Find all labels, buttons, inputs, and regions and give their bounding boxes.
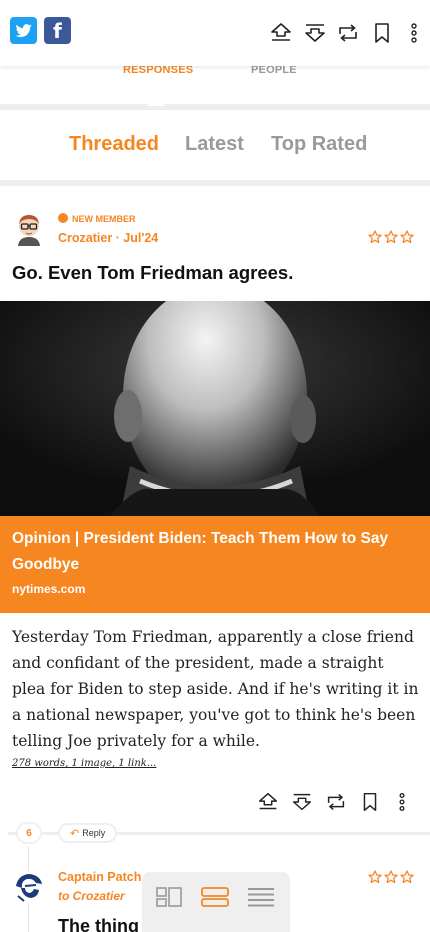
- star-icon: [368, 230, 382, 244]
- bookmark-icon: [363, 792, 377, 812]
- tab-latest[interactable]: Latest: [185, 133, 244, 156]
- tab-top-rated[interactable]: Top Rated: [271, 133, 367, 156]
- repost-button[interactable]: [324, 790, 348, 814]
- reply-author[interactable]: Captain Patch: [58, 870, 141, 884]
- repost-icon: [327, 794, 345, 810]
- bookmark-icon: [375, 23, 389, 43]
- star-icon: [400, 870, 414, 884]
- facebook-share-button[interactable]: f: [44, 17, 71, 44]
- downvote-button[interactable]: [302, 20, 328, 46]
- star-icon: [368, 870, 382, 884]
- read-more-link[interactable]: 278 words, 1 image, 1 link...: [12, 758, 156, 769]
- post-body: Yesterday Tom Friedman, apparently a clo…: [12, 628, 419, 750]
- star-icon: [384, 870, 398, 884]
- active-tab-pointer: [146, 99, 166, 106]
- badge-icon: [58, 213, 68, 223]
- reply-arrow-icon: ↶: [70, 827, 80, 840]
- view-switcher: [142, 872, 290, 932]
- more-vertical-icon: [411, 23, 417, 43]
- downvote-button[interactable]: [290, 790, 314, 814]
- tab-threaded[interactable]: Threaded: [69, 133, 159, 156]
- reply-count-badge[interactable]: 6: [16, 822, 42, 844]
- upvote-icon: [271, 23, 291, 41]
- downvote-icon: [305, 24, 325, 42]
- card-view-button[interactable]: [200, 886, 230, 908]
- section-divider: [0, 180, 430, 186]
- new-member-badge: NEW MEMBER: [58, 213, 136, 224]
- reply-button-label: Reply: [82, 828, 106, 838]
- more-options-button[interactable]: [401, 20, 427, 46]
- grid-view-icon: [156, 887, 182, 907]
- more-options-button[interactable]: [390, 790, 414, 814]
- top-bar: f: [0, 0, 430, 66]
- star-icon: [384, 230, 398, 244]
- repost-button[interactable]: [335, 20, 361, 46]
- upvote-icon: [258, 792, 278, 810]
- list-view-icon: [248, 888, 274, 907]
- bookmark-button[interactable]: [369, 20, 395, 46]
- post-author[interactable]: Crozatier · Jul'24: [58, 231, 158, 245]
- reply-recipient[interactable]: to Crozatier: [58, 889, 125, 903]
- avatar[interactable]: [12, 210, 46, 246]
- link-title[interactable]: Opinion | President Biden: Teach Them Ho…: [12, 526, 418, 578]
- twitter-icon: [15, 24, 32, 38]
- facebook-icon: f: [53, 18, 62, 43]
- repost-icon: [339, 24, 357, 42]
- avatar[interactable]: [12, 870, 46, 904]
- upvote-button[interactable]: [268, 20, 294, 46]
- twitter-share-button[interactable]: [10, 17, 37, 44]
- reply-button[interactable]: ↶ Reply: [58, 823, 118, 843]
- grid-view-button[interactable]: [154, 886, 184, 908]
- list-view-button[interactable]: [246, 886, 276, 908]
- sort-tabs: Threaded Latest Top Rated: [0, 110, 430, 180]
- star-rating[interactable]: [368, 870, 414, 884]
- post-title[interactable]: Go. Even Tom Friedman agrees.: [12, 262, 293, 284]
- reply-title[interactable]: The thing: [58, 916, 139, 932]
- link-preview-card[interactable]: Opinion | President Biden: Teach Them Ho…: [0, 516, 430, 613]
- more-vertical-icon: [399, 793, 405, 811]
- star-rating[interactable]: [368, 230, 414, 244]
- downvote-icon: [292, 793, 312, 811]
- card-view-icon: [201, 887, 229, 907]
- responses-people-nav: RESPONSES PEOPLE: [0, 64, 430, 104]
- upvote-button[interactable]: [256, 790, 280, 814]
- article-image[interactable]: [0, 301, 430, 516]
- bookmark-button[interactable]: [358, 790, 382, 814]
- star-icon: [400, 230, 414, 244]
- link-source: nytimes.com: [12, 582, 86, 596]
